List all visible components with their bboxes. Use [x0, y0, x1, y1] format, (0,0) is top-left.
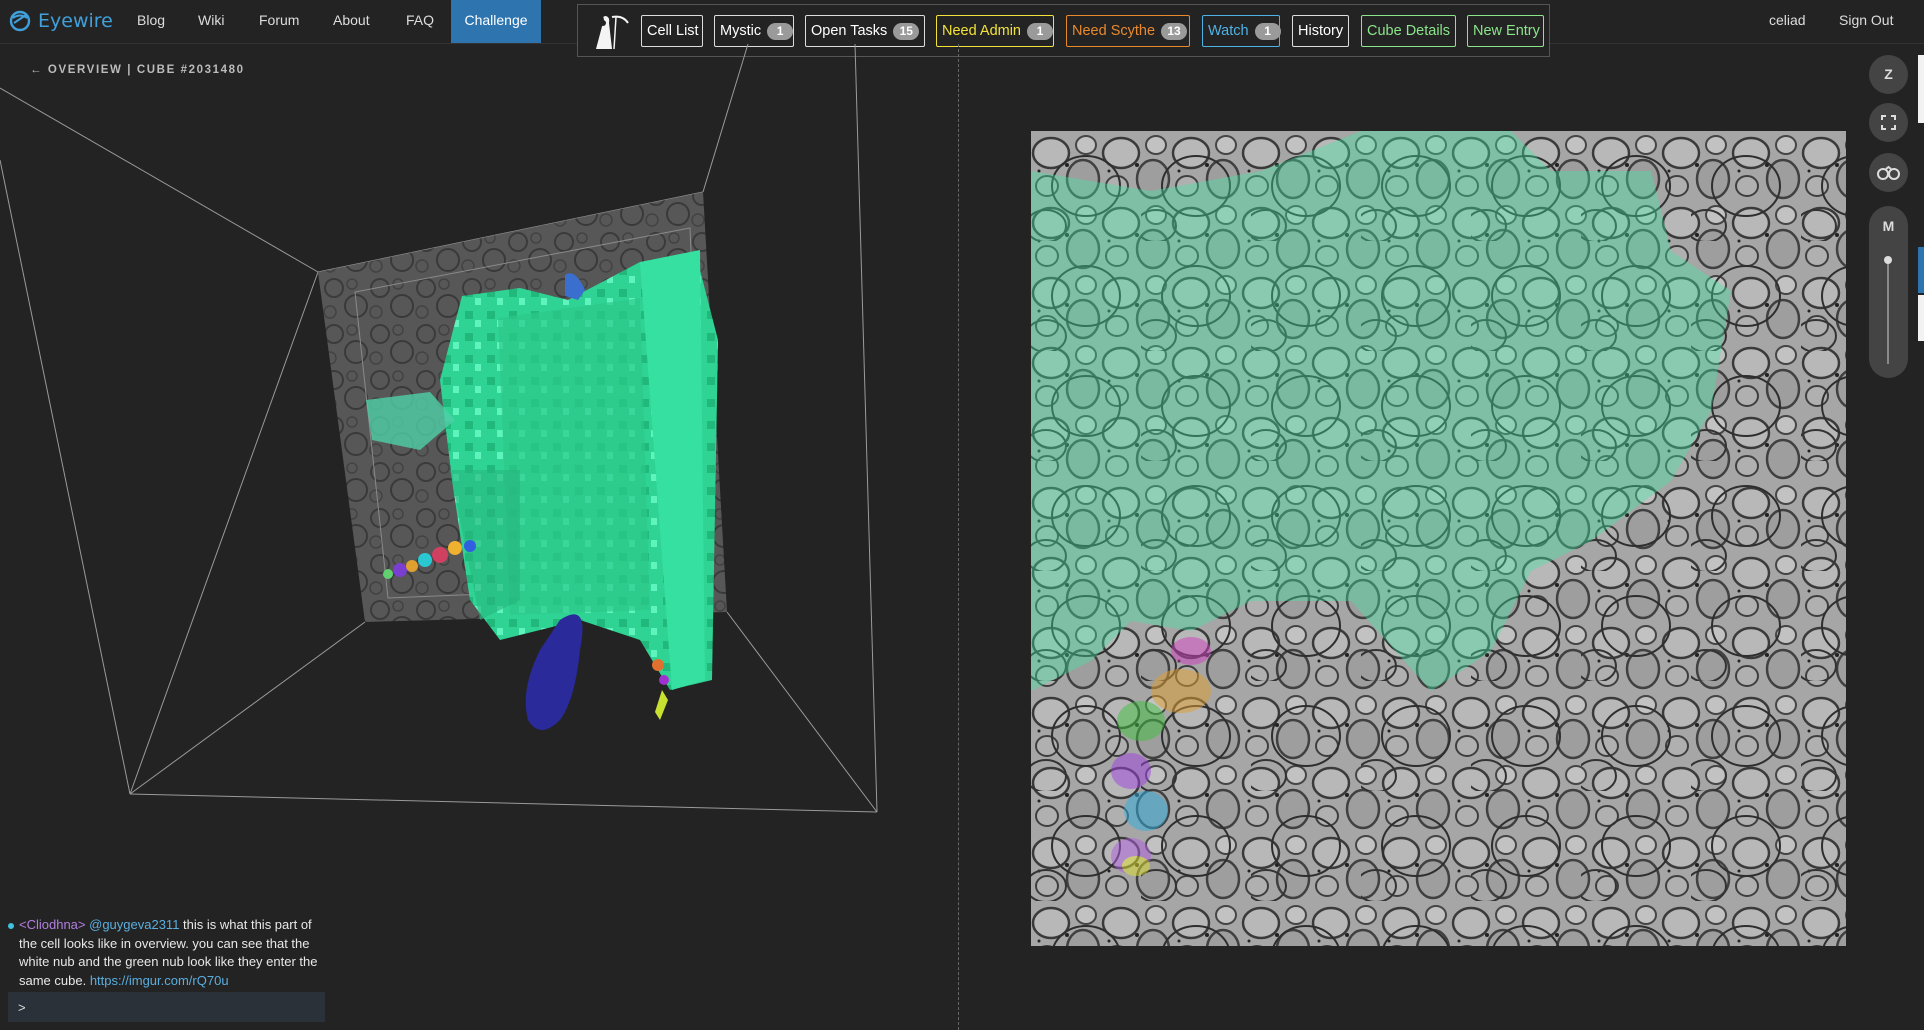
need-scythe-badge: 13	[1161, 22, 1188, 40]
panel-divider	[958, 44, 959, 1030]
nav-forum[interactable]: Forum	[259, 0, 299, 43]
cell-list-label: Cell List	[647, 23, 699, 39]
need-admin-label: Need Admin	[942, 23, 1021, 39]
mystic-button[interactable]: Mystic 1	[714, 15, 794, 47]
zoom-button[interactable]: Z	[1869, 55, 1908, 94]
mode-slider[interactable]: M	[1869, 206, 1908, 378]
brand-name: Eyewire	[38, 10, 113, 32]
slider-label: M	[1882, 218, 1895, 234]
watch-label: Watch	[1208, 23, 1249, 39]
chat-input[interactable]: >	[8, 992, 325, 1022]
need-admin-button[interactable]: Need Admin 1	[936, 15, 1054, 47]
binoculars-button[interactable]	[1869, 153, 1908, 192]
em-slice-image	[1031, 131, 1846, 946]
history-label: History	[1298, 23, 1344, 39]
username-link[interactable]: celiad	[1769, 0, 1806, 43]
open-tasks-label: Open Tasks	[811, 23, 888, 39]
overview-3d-view[interactable]	[0, 44, 958, 1030]
nav-faq[interactable]: FAQ	[406, 0, 434, 43]
new-entry-label: New Entry	[1473, 23, 1540, 39]
chat-status-dot	[8, 923, 14, 929]
mystic-badge: 1	[767, 22, 794, 40]
new-entry-button[interactable]: New Entry	[1467, 15, 1544, 47]
cube-details-label: Cube Details	[1367, 23, 1451, 39]
watch-button[interactable]: Watch 1	[1202, 15, 1281, 47]
chat-message: <Cliodhna> @guygeva2311 this is what thi…	[8, 916, 328, 990]
watch-badge: 1	[1254, 22, 1281, 40]
nav-challenge[interactable]: Challenge	[451, 0, 541, 43]
cube-details-button[interactable]: Cube Details	[1361, 15, 1456, 47]
chat-log: <Cliodhna> @guygeva2311 this is what thi…	[8, 916, 328, 990]
open-tasks-badge: 15	[893, 22, 920, 40]
chat-username[interactable]: <Cliodhna>	[19, 917, 86, 932]
sign-out-link[interactable]: Sign Out	[1839, 0, 1893, 43]
binoculars-icon	[1877, 165, 1900, 180]
brand-logo[interactable]: Eyewire	[8, 9, 113, 33]
side-tab-bottom[interactable]	[1918, 295, 1924, 341]
fullscreen-icon	[1881, 115, 1896, 130]
eyewire-logo-icon	[9, 10, 31, 32]
history-button[interactable]: History	[1292, 15, 1349, 47]
mystic-label: Mystic	[720, 23, 762, 39]
open-tasks-button[interactable]: Open Tasks 15	[805, 15, 925, 47]
need-scythe-button[interactable]: Need Scythe 13	[1066, 15, 1190, 47]
nav-wiki[interactable]: Wiki	[198, 0, 224, 43]
em-slice-view[interactable]	[1031, 131, 1846, 946]
chat-link[interactable]: https://imgur.com/rQ70u	[90, 973, 229, 988]
need-admin-badge: 1	[1027, 22, 1053, 40]
chat-mention[interactable]: @guygeva2311	[89, 917, 179, 932]
slider-track[interactable]	[1887, 258, 1889, 364]
blue-segment-mesh	[525, 614, 583, 730]
need-scythe-label: Need Scythe	[1072, 23, 1156, 39]
nav-about[interactable]: About	[333, 0, 370, 43]
zoom-label: Z	[1884, 66, 1893, 82]
fullscreen-button[interactable]	[1869, 103, 1908, 142]
slider-knob[interactable]	[1884, 256, 1892, 264]
side-tab-active[interactable]	[1918, 247, 1924, 293]
side-tab-top[interactable]	[1918, 55, 1924, 123]
nav-blog[interactable]: Blog	[137, 0, 165, 43]
cell-list-button[interactable]: Cell List	[641, 15, 703, 47]
